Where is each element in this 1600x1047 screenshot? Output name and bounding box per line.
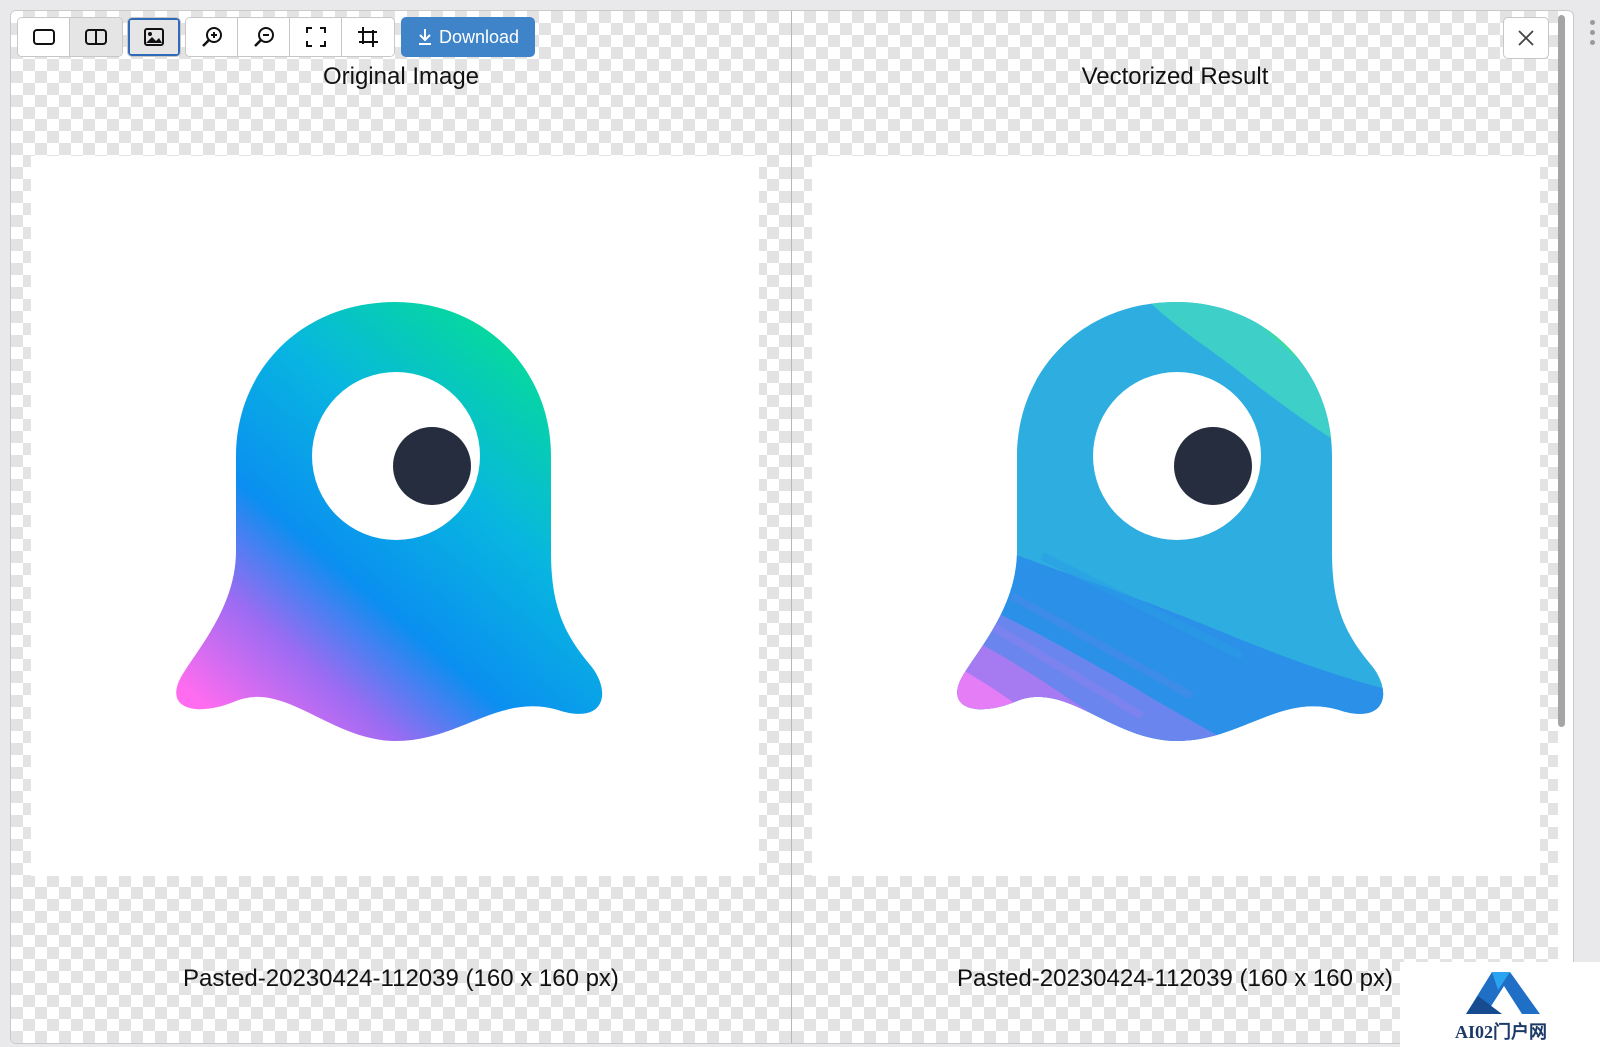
original-title: Original Image	[322, 63, 480, 90]
single-view-button[interactable]	[18, 18, 70, 56]
split-view-icon	[85, 29, 107, 45]
close-icon	[1518, 30, 1534, 46]
vectorized-pane: Vectorized Result Pasted-20230424-112039…	[792, 11, 1558, 1043]
close-button[interactable]	[1503, 17, 1549, 59]
image-view-icon	[144, 28, 164, 46]
ghost-original-graphic	[176, 302, 603, 741]
vertical-scrollbar[interactable]	[1555, 15, 1569, 1039]
scrollbar-thumb[interactable]	[1558, 15, 1565, 727]
zoom-group	[185, 17, 395, 57]
crop-button[interactable]	[342, 18, 394, 56]
download-icon	[419, 29, 431, 45]
more-options-icon[interactable]	[1590, 20, 1596, 50]
download-button[interactable]: Download	[401, 17, 536, 57]
split-view-button[interactable]	[70, 18, 122, 56]
original-caption: Pasted-20230424-112039 (160 x 160 px)	[183, 965, 619, 992]
preview-window: Original Image Pasted-20230424-112039 (1	[10, 10, 1574, 1044]
watermark-text: AI02门户网	[1455, 1022, 1548, 1042]
original-image[interactable]	[31, 156, 759, 876]
vectorized-title: Vectorized Result	[1081, 63, 1269, 90]
viewer-toolbar: Download	[17, 17, 536, 57]
watermark: AI02门户网	[1400, 962, 1600, 1047]
zoom-in-icon	[201, 27, 222, 47]
image-view-button[interactable]	[128, 18, 180, 56]
image-view-group	[127, 17, 181, 57]
fit-screen-icon	[305, 27, 326, 47]
zoom-out-icon	[253, 27, 274, 47]
single-view-icon	[32, 29, 55, 45]
vectorized-image[interactable]	[812, 156, 1540, 876]
view-mode-group	[17, 17, 123, 57]
watermark-logo-icon	[1466, 972, 1540, 1014]
original-pane: Original Image Pasted-20230424-112039 (1	[11, 11, 791, 1043]
download-label: Download	[439, 26, 520, 47]
ghost-vectorized-graphic	[957, 302, 1384, 741]
fit-screen-button[interactable]	[290, 18, 342, 56]
zoom-out-button[interactable]	[238, 18, 290, 56]
crop-icon	[358, 27, 378, 47]
zoom-in-button[interactable]	[186, 18, 238, 56]
